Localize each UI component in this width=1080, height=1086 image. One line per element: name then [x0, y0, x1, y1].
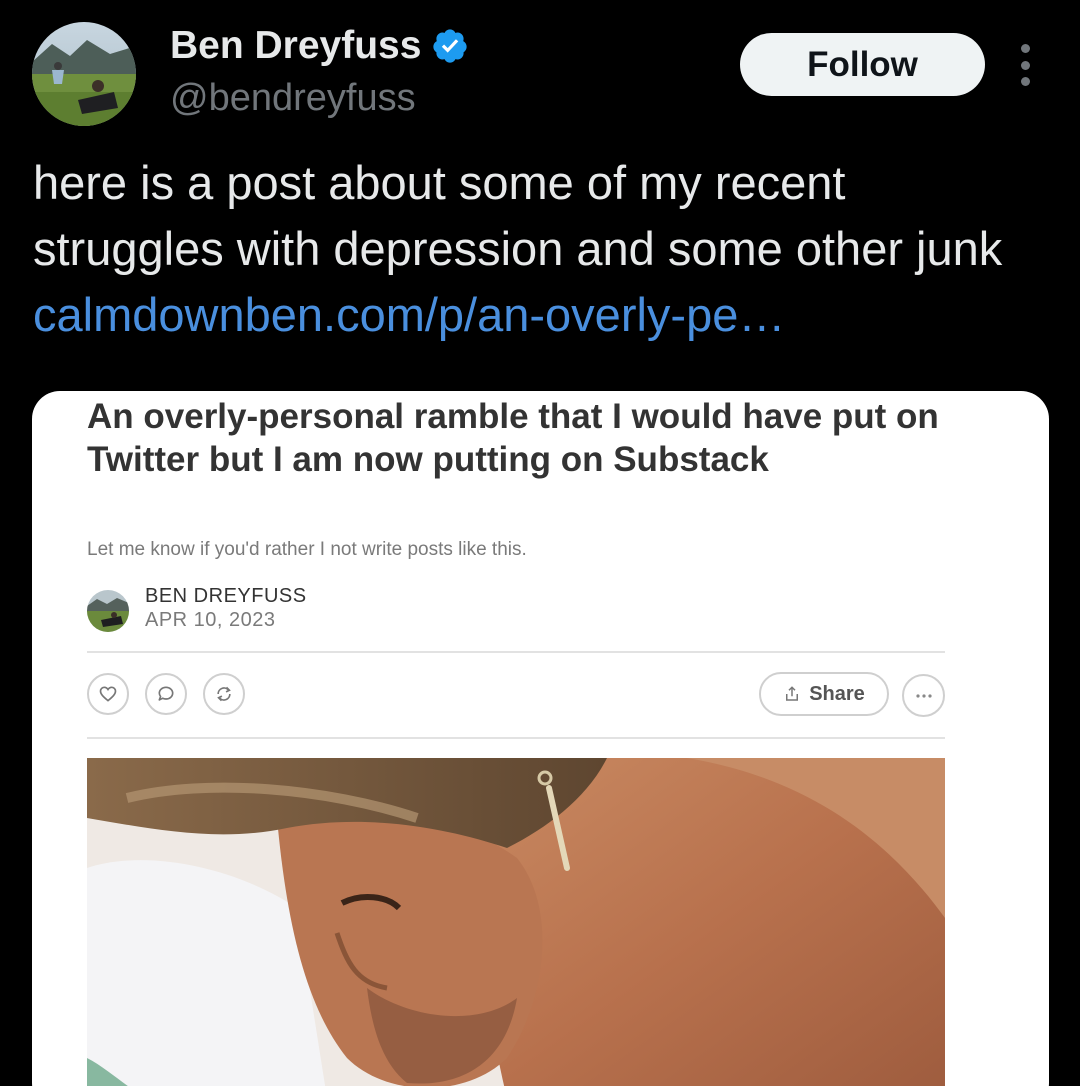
more-vertical-icon[interactable]	[1014, 44, 1036, 86]
comment-button[interactable]	[145, 673, 187, 715]
article-title: An overly-personal ramble that I would h…	[87, 397, 939, 479]
like-button[interactable]	[87, 673, 129, 715]
restack-icon	[217, 686, 231, 702]
more-horizontal-icon	[915, 693, 932, 698]
follow-button[interactable]: Follow	[740, 33, 985, 96]
more-horizontal-button[interactable]	[902, 674, 945, 717]
author-name-row[interactable]: Ben Dreyfuss	[170, 24, 469, 68]
tweet-view: Ben Dreyfuss @bendreyfuss Follow here is…	[0, 0, 1080, 1086]
author-handle[interactable]: @bendreyfuss	[170, 76, 416, 120]
tweet-text: here is a post about some of my recent s…	[33, 150, 1043, 348]
article-subtitle: Let me know if you'd rather I not write …	[87, 539, 527, 560]
share-icon	[786, 686, 799, 701]
link-preview-card[interactable]: An overly-personal ramble that I would h…	[32, 391, 1049, 1086]
divider	[87, 737, 945, 739]
heart-icon	[99, 686, 117, 702]
article-author-avatar	[87, 590, 129, 632]
portrait-photo-icon	[87, 758, 945, 1086]
tweet-link[interactable]: calmdownben.com/p/an-overly-pe…	[33, 288, 785, 341]
restack-button[interactable]	[203, 673, 245, 715]
comment-icon	[158, 686, 174, 701]
divider	[87, 651, 945, 653]
article-hero-image	[87, 758, 945, 1086]
article-author-name: BEN DREYFUSS	[145, 585, 307, 607]
profile-photo-icon	[32, 22, 136, 126]
author-display-name[interactable]: Ben Dreyfuss	[170, 24, 421, 68]
tweet-body: here is a post about some of my recent s…	[33, 156, 1003, 275]
article-date: APR 10, 2023	[145, 609, 276, 631]
verified-badge-icon	[433, 29, 468, 63]
author-avatar[interactable]	[32, 22, 136, 126]
share-label: Share	[809, 682, 865, 705]
author-photo-icon	[87, 590, 129, 632]
share-button[interactable]: Share	[759, 672, 889, 716]
